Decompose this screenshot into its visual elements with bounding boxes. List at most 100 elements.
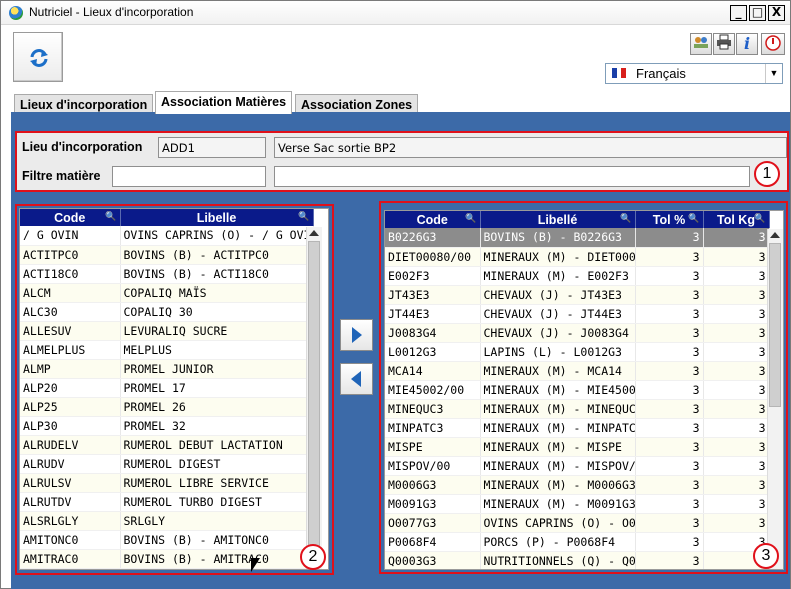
table-cell[interactable]: ALP30 bbox=[20, 416, 121, 436]
table-cell[interactable]: 3 bbox=[635, 437, 704, 457]
table-cell[interactable]: AMITRAC0 bbox=[20, 549, 121, 569]
table-cell[interactable]: 3 bbox=[635, 323, 704, 343]
table-cell[interactable]: ACTITPC0 bbox=[20, 245, 121, 265]
table-cell[interactable]: 3 bbox=[703, 304, 770, 324]
table-cell[interactable]: 3 bbox=[703, 285, 770, 305]
table-cell[interactable]: MINERAUX (M) - MISPE bbox=[480, 437, 636, 457]
table-cell[interactable]: 3 bbox=[703, 437, 770, 457]
table-row[interactable]: ACTI18C0 BOVINS (B) - ACTI18C0 bbox=[20, 264, 314, 284]
table-cell[interactable]: RUMEROL DEBUT LACTATION bbox=[120, 435, 314, 455]
column-header-code[interactable]: Code 🔍 bbox=[385, 211, 481, 228]
lieu-libelle-field[interactable]: Verse Sac sortie BP2 bbox=[274, 137, 787, 158]
search-icon[interactable]: 🔍 bbox=[688, 213, 699, 224]
table-row[interactable]: Q0003G3NUTRITIONNELS (Q) - Q0033 bbox=[385, 551, 770, 569]
table-row[interactable]: AMITONC0 BOVINS (B) - AMITONC0 bbox=[20, 530, 314, 550]
table-cell[interactable]: 3 bbox=[703, 456, 770, 476]
table-cell[interactable]: ALRUDELV bbox=[20, 435, 121, 455]
table-cell[interactable]: MCA14 bbox=[385, 361, 481, 381]
column-header-code[interactable]: Code 🔍 bbox=[20, 209, 121, 226]
table-cell[interactable]: L0012G3 bbox=[385, 342, 481, 362]
table-row[interactable]: JT44E3 CHEVAUX (J) - JT44E3 3 3 bbox=[385, 304, 770, 324]
table-cell[interactable]: MINERAUX (M) - E002F3 bbox=[480, 266, 636, 286]
table-row[interactable]: L0012G3 LAPINS (L) - L0012G3 3 3 bbox=[385, 342, 770, 362]
table-row[interactable]: ALP30 PROMEL 32 bbox=[20, 416, 314, 436]
table-row[interactable]: E002F3 MINERAUX (M) - E002F3 3 3 bbox=[385, 266, 770, 286]
table-cell[interactable]: 3 bbox=[703, 513, 770, 533]
filtre-code-input[interactable] bbox=[112, 166, 266, 187]
table-cell[interactable]: MINPATC3 bbox=[385, 418, 481, 438]
table-cell[interactable]: ALP20 bbox=[20, 378, 121, 398]
table-cell[interactable]: / G OVIN bbox=[20, 226, 121, 246]
table-cell[interactable]: 3 bbox=[703, 323, 770, 343]
right-scrollbar[interactable] bbox=[767, 229, 783, 569]
table-row[interactable]: MCA14 MINERAUX (M) - MCA14 3 3 bbox=[385, 361, 770, 381]
table-cell[interactable]: COPALIQ 30 bbox=[120, 302, 314, 322]
table-cell[interactable]: RUMEROL LIBRE SERVICE bbox=[120, 473, 314, 493]
column-header-libelle[interactable]: Libellé 🔍 bbox=[480, 211, 636, 228]
left-scrollbar[interactable] bbox=[306, 227, 322, 569]
table-cell[interactable]: ALLESUV bbox=[20, 321, 121, 341]
table-cell[interactable]: 3 bbox=[635, 342, 704, 362]
scroll-thumb[interactable] bbox=[308, 241, 320, 567]
table-row[interactable]: J0083G4 CHEVAUX (J) - J0083G4 3 3 bbox=[385, 323, 770, 343]
table-cell[interactable]: M0091G3 bbox=[385, 494, 481, 514]
minimize-button[interactable]: _ bbox=[730, 5, 747, 21]
table-row[interactable]: MISPOV/00 MINERAUX (M) - MISPOV/C 3 3 bbox=[385, 456, 770, 476]
table-cell[interactable]: COPALIQ MAÏS bbox=[120, 283, 314, 303]
tab-association-matieres[interactable]: Association Matières bbox=[155, 91, 293, 114]
close-button[interactable]: X bbox=[768, 5, 785, 21]
remove-material-button[interactable] bbox=[340, 363, 373, 395]
column-header-tol-pct[interactable]: Tol % 🔍 bbox=[635, 211, 704, 228]
scroll-up-icon[interactable] bbox=[309, 230, 319, 236]
table-row[interactable]: M0091G3 MINERAUX (M) - M0091G3 3 3 bbox=[385, 494, 770, 514]
table-cell[interactable]: ALRULSV bbox=[20, 473, 121, 493]
table-cell[interactable]: BOVINS (B) - ACTI18C0 bbox=[120, 264, 314, 284]
table-cell[interactable]: 3 bbox=[635, 304, 704, 324]
table-cell[interactable]: JT44E3 bbox=[385, 304, 481, 324]
table-cell[interactable]: MINERAUX (M) - MCA14 bbox=[480, 361, 636, 381]
table-cell[interactable]: PROMEL 32 bbox=[120, 416, 314, 436]
table-cell[interactable]: B0226G3 bbox=[385, 228, 481, 248]
table-cell[interactable]: PROMEL JUNIOR bbox=[120, 359, 314, 379]
table-cell[interactable]: 3 bbox=[703, 228, 770, 248]
table-cell[interactable]: ALRUDV bbox=[20, 454, 121, 474]
table-row[interactable]: ALRUDELV RUMEROL DEBUT LACTATION bbox=[20, 435, 314, 455]
table-cell[interactable]: Q0003G3 bbox=[385, 551, 481, 569]
table-row[interactable]: MINEQUC3 MINERAUX (M) - MINEQUC 3 3 bbox=[385, 399, 770, 419]
add-material-button[interactable] bbox=[340, 319, 373, 351]
table-cell[interactable]: ALSRLGLY bbox=[20, 511, 121, 531]
table-cell[interactable]: J0083G4 bbox=[385, 323, 481, 343]
table-cell[interactable]: ALC30 bbox=[20, 302, 121, 322]
table-cell[interactable]: 3 bbox=[703, 494, 770, 514]
table-row[interactable]: ALP20 PROMEL 17 bbox=[20, 378, 314, 398]
table-cell[interactable]: E002F3 bbox=[385, 266, 481, 286]
table-row[interactable]: M0006G3 MINERAUX (M) - M0006G3 3 3 bbox=[385, 475, 770, 495]
table-cell[interactable]: P0068F4 bbox=[385, 532, 481, 552]
table-cell[interactable]: 3 bbox=[703, 361, 770, 381]
table-cell[interactable]: 3 bbox=[635, 551, 704, 569]
table-row[interactable]: ALMELPLUS MELPLUS bbox=[20, 340, 314, 360]
table-cell[interactable]: OVINS CAPRINS (O) - / G OVIN bbox=[120, 226, 314, 246]
table-cell[interactable]: 3 bbox=[635, 361, 704, 381]
table-cell[interactable]: 3 bbox=[635, 513, 704, 533]
lieu-code-field[interactable]: ADD1 bbox=[158, 137, 266, 158]
table-cell[interactable]: BOVINS (B) - ACTITPC0 bbox=[120, 245, 314, 265]
table-cell[interactable]: MELPLUS bbox=[120, 340, 314, 360]
filtre-text-input[interactable] bbox=[274, 166, 750, 187]
table-cell[interactable]: 3 bbox=[635, 475, 704, 495]
table-cell[interactable]: PROMEL 26 bbox=[120, 397, 314, 417]
table-cell[interactable]: DIET00080/00 bbox=[385, 247, 481, 267]
table-row[interactable]: ALCM COPALIQ MAÏS bbox=[20, 283, 314, 303]
table-cell[interactable]: MINERAUX (M) - M0091G3 bbox=[480, 494, 636, 514]
table-row[interactable]: DIET00080/00 MINERAUX (M) - DIET0008 3 3 bbox=[385, 247, 770, 267]
table-row[interactable]: ALRUDV RUMEROL DIGEST bbox=[20, 454, 314, 474]
search-icon[interactable]: 🔍 bbox=[105, 211, 116, 222]
table-cell[interactable]: 3 bbox=[703, 266, 770, 286]
table-row[interactable]: JT43E3 CHEVAUX (J) - JT43E3 3 3 bbox=[385, 285, 770, 305]
table-cell[interactable]: 3 bbox=[635, 285, 704, 305]
table-cell[interactable]: NUTRITIONNELS (Q) - Q00 bbox=[480, 551, 636, 569]
table-cell[interactable]: OVINS CAPRINS (O) - O007 bbox=[480, 513, 636, 533]
table-row[interactable]: ALSRLGLY SRLGLY bbox=[20, 511, 314, 531]
table-cell[interactable]: MINERAUX (M) - MIE45002 bbox=[480, 380, 636, 400]
table-cell[interactable]: 3 bbox=[635, 494, 704, 514]
